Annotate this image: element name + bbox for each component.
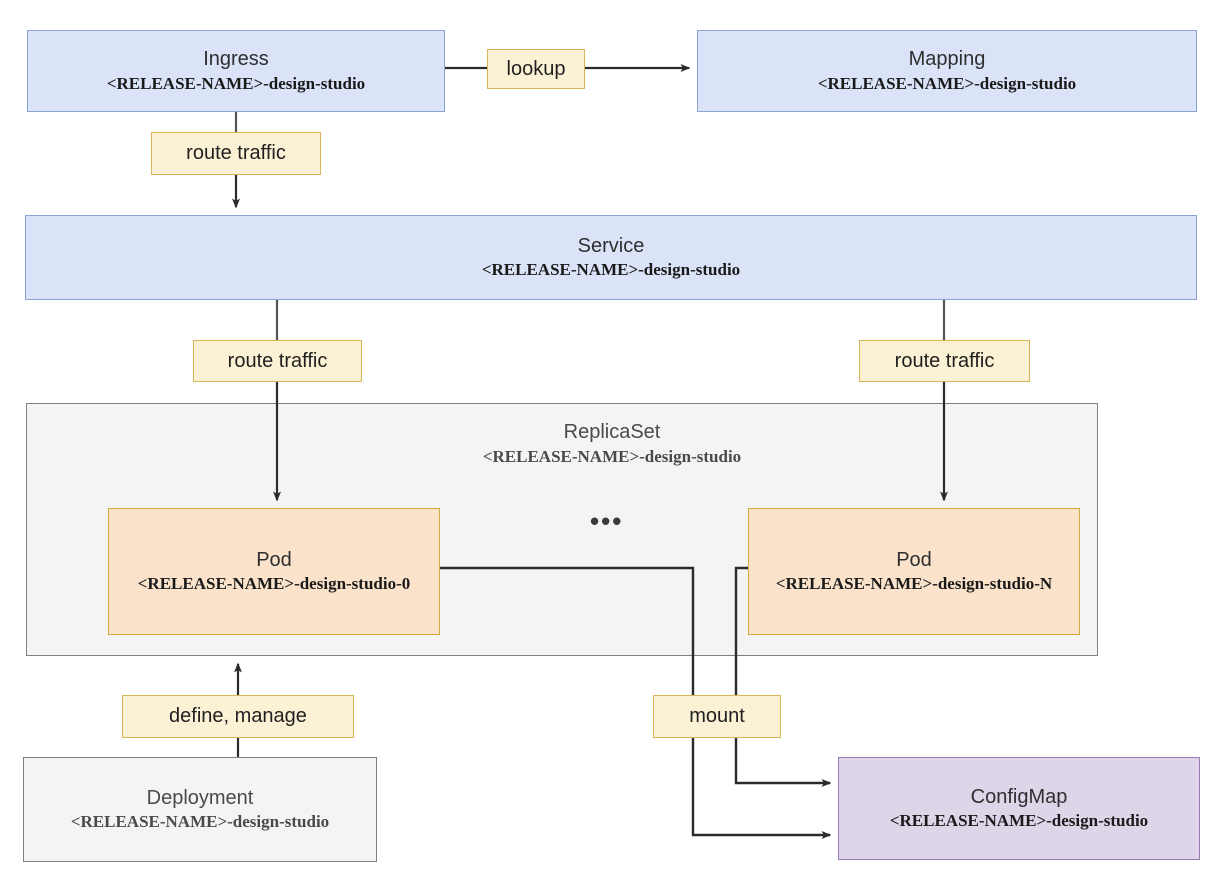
node-configmap[interactable]: ConfigMap <RELEASE-NAME>-design-studio (838, 757, 1200, 860)
node-replicaset-title: ReplicaSet (563, 421, 661, 443)
node-replicaset-subtitle: <RELEASE-NAME>-design-studio (482, 446, 742, 466)
edge-label-mount[interactable]: mount (653, 695, 781, 738)
pods-ellipsis: ••• (590, 506, 624, 536)
node-ingress-subtitle: <RELEASE-NAME>-design-studio (106, 73, 366, 93)
node-configmap-subtitle: <RELEASE-NAME>-design-studio (889, 811, 1149, 831)
node-pod-first-subtitle: <RELEASE-NAME>-design-studio-0 (137, 574, 411, 594)
node-service-title: Service (577, 234, 645, 257)
node-replicaset-label: ReplicaSet <RELEASE-NAME>-design-studio (412, 421, 812, 467)
node-ingress[interactable]: Ingress <RELEASE-NAME>-design-studio (27, 30, 445, 112)
diagram-canvas: Ingress <RELEASE-NAME>-design-studio Map… (0, 0, 1224, 894)
node-pod-last-subtitle: <RELEASE-NAME>-design-studio-N (775, 574, 1053, 594)
node-deployment-subtitle: <RELEASE-NAME>-design-studio (70, 812, 330, 832)
node-deployment[interactable]: Deployment <RELEASE-NAME>-design-studio (23, 757, 377, 862)
node-service-subtitle: <RELEASE-NAME>-design-studio (481, 260, 741, 280)
node-configmap-title: ConfigMap (970, 785, 1068, 808)
node-mapping[interactable]: Mapping <RELEASE-NAME>-design-studio (697, 30, 1197, 112)
edge-label-route-traffic-ingress[interactable]: route traffic (151, 132, 321, 175)
node-pod-last-title: Pod (896, 548, 932, 571)
node-deployment-title: Deployment (146, 786, 254, 809)
edge-label-route-traffic-right[interactable]: route traffic (859, 340, 1030, 382)
edge-label-define-manage[interactable]: define, manage (122, 695, 354, 738)
node-mapping-title: Mapping (908, 48, 986, 71)
node-pod-first-title: Pod (256, 548, 292, 571)
node-pod-first[interactable]: Pod <RELEASE-NAME>-design-studio-0 (108, 508, 440, 635)
edge-label-route-traffic-left[interactable]: route traffic (193, 340, 362, 382)
node-mapping-subtitle: <RELEASE-NAME>-design-studio (817, 73, 1077, 93)
edge-label-lookup[interactable]: lookup (487, 49, 585, 89)
node-ingress-title: Ingress (203, 48, 269, 71)
node-service[interactable]: Service <RELEASE-NAME>-design-studio (25, 215, 1197, 300)
node-pod-last[interactable]: Pod <RELEASE-NAME>-design-studio-N (748, 508, 1080, 635)
